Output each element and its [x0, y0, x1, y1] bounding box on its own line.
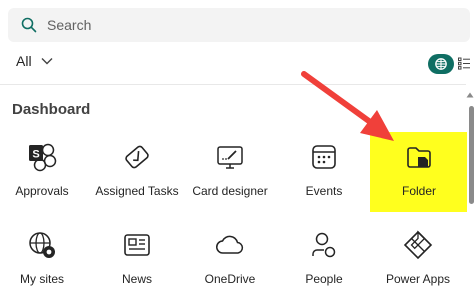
search-placeholder: Search [47, 17, 92, 33]
list-icon[interactable] [458, 57, 470, 70]
scroll-up-arrow[interactable] [466, 92, 474, 98]
tile-label: People [305, 272, 343, 286]
tile-label: Card designer [192, 184, 268, 198]
tile-my-sites[interactable]: My sites [0, 228, 87, 298]
tile-card-designer[interactable]: Card designer [185, 140, 275, 218]
svg-text:S: S [32, 149, 39, 161]
calendar-icon [307, 140, 341, 174]
tile-label: Power Apps [385, 272, 451, 286]
scrollbar-thumb[interactable] [469, 106, 474, 204]
people-icon [307, 228, 341, 262]
tile-label: Approvals [15, 184, 69, 198]
approvals-icon: S [25, 140, 59, 174]
cloud-icon [213, 228, 247, 262]
tile-power-apps[interactable]: Power Apps [373, 228, 463, 298]
search-icon [21, 17, 37, 33]
tile-events[interactable]: Events [279, 140, 369, 218]
news-icon [120, 228, 154, 262]
tile-folder[interactable]: Folder [374, 140, 464, 218]
tile-label: Assigned Tasks [95, 184, 179, 198]
tile-approvals[interactable]: S Approvals [0, 140, 87, 218]
card-designer-icon [213, 140, 247, 174]
folder-icon [402, 140, 436, 174]
web-part-picker: Search All Dashboard S Approvals Assigne… [0, 0, 476, 298]
tile-label: Folder [401, 184, 436, 198]
search-box[interactable]: Search [8, 8, 470, 42]
tile-news[interactable]: News [92, 228, 182, 298]
category-filter-dropdown[interactable]: All [16, 52, 53, 70]
tile-onedrive[interactable]: OneDrive [185, 228, 275, 298]
divider [0, 84, 466, 85]
filter-label: All [16, 53, 32, 69]
assigned-tasks-icon [120, 140, 154, 174]
tile-assigned-tasks[interactable]: Assigned Tasks [92, 140, 182, 218]
tile-label: Events [305, 184, 343, 198]
section-title: Dashboard [12, 101, 91, 118]
tile-label: News [121, 272, 152, 286]
power-apps-icon [401, 228, 435, 262]
grid-icon [435, 58, 447, 70]
tile-people[interactable]: People [279, 228, 369, 298]
chevron-down-icon [41, 58, 53, 65]
tile-label: OneDrive [204, 272, 256, 286]
grid-view-toggle[interactable] [428, 54, 454, 74]
tile-label: My sites [19, 272, 64, 286]
globe-icon [25, 228, 59, 262]
